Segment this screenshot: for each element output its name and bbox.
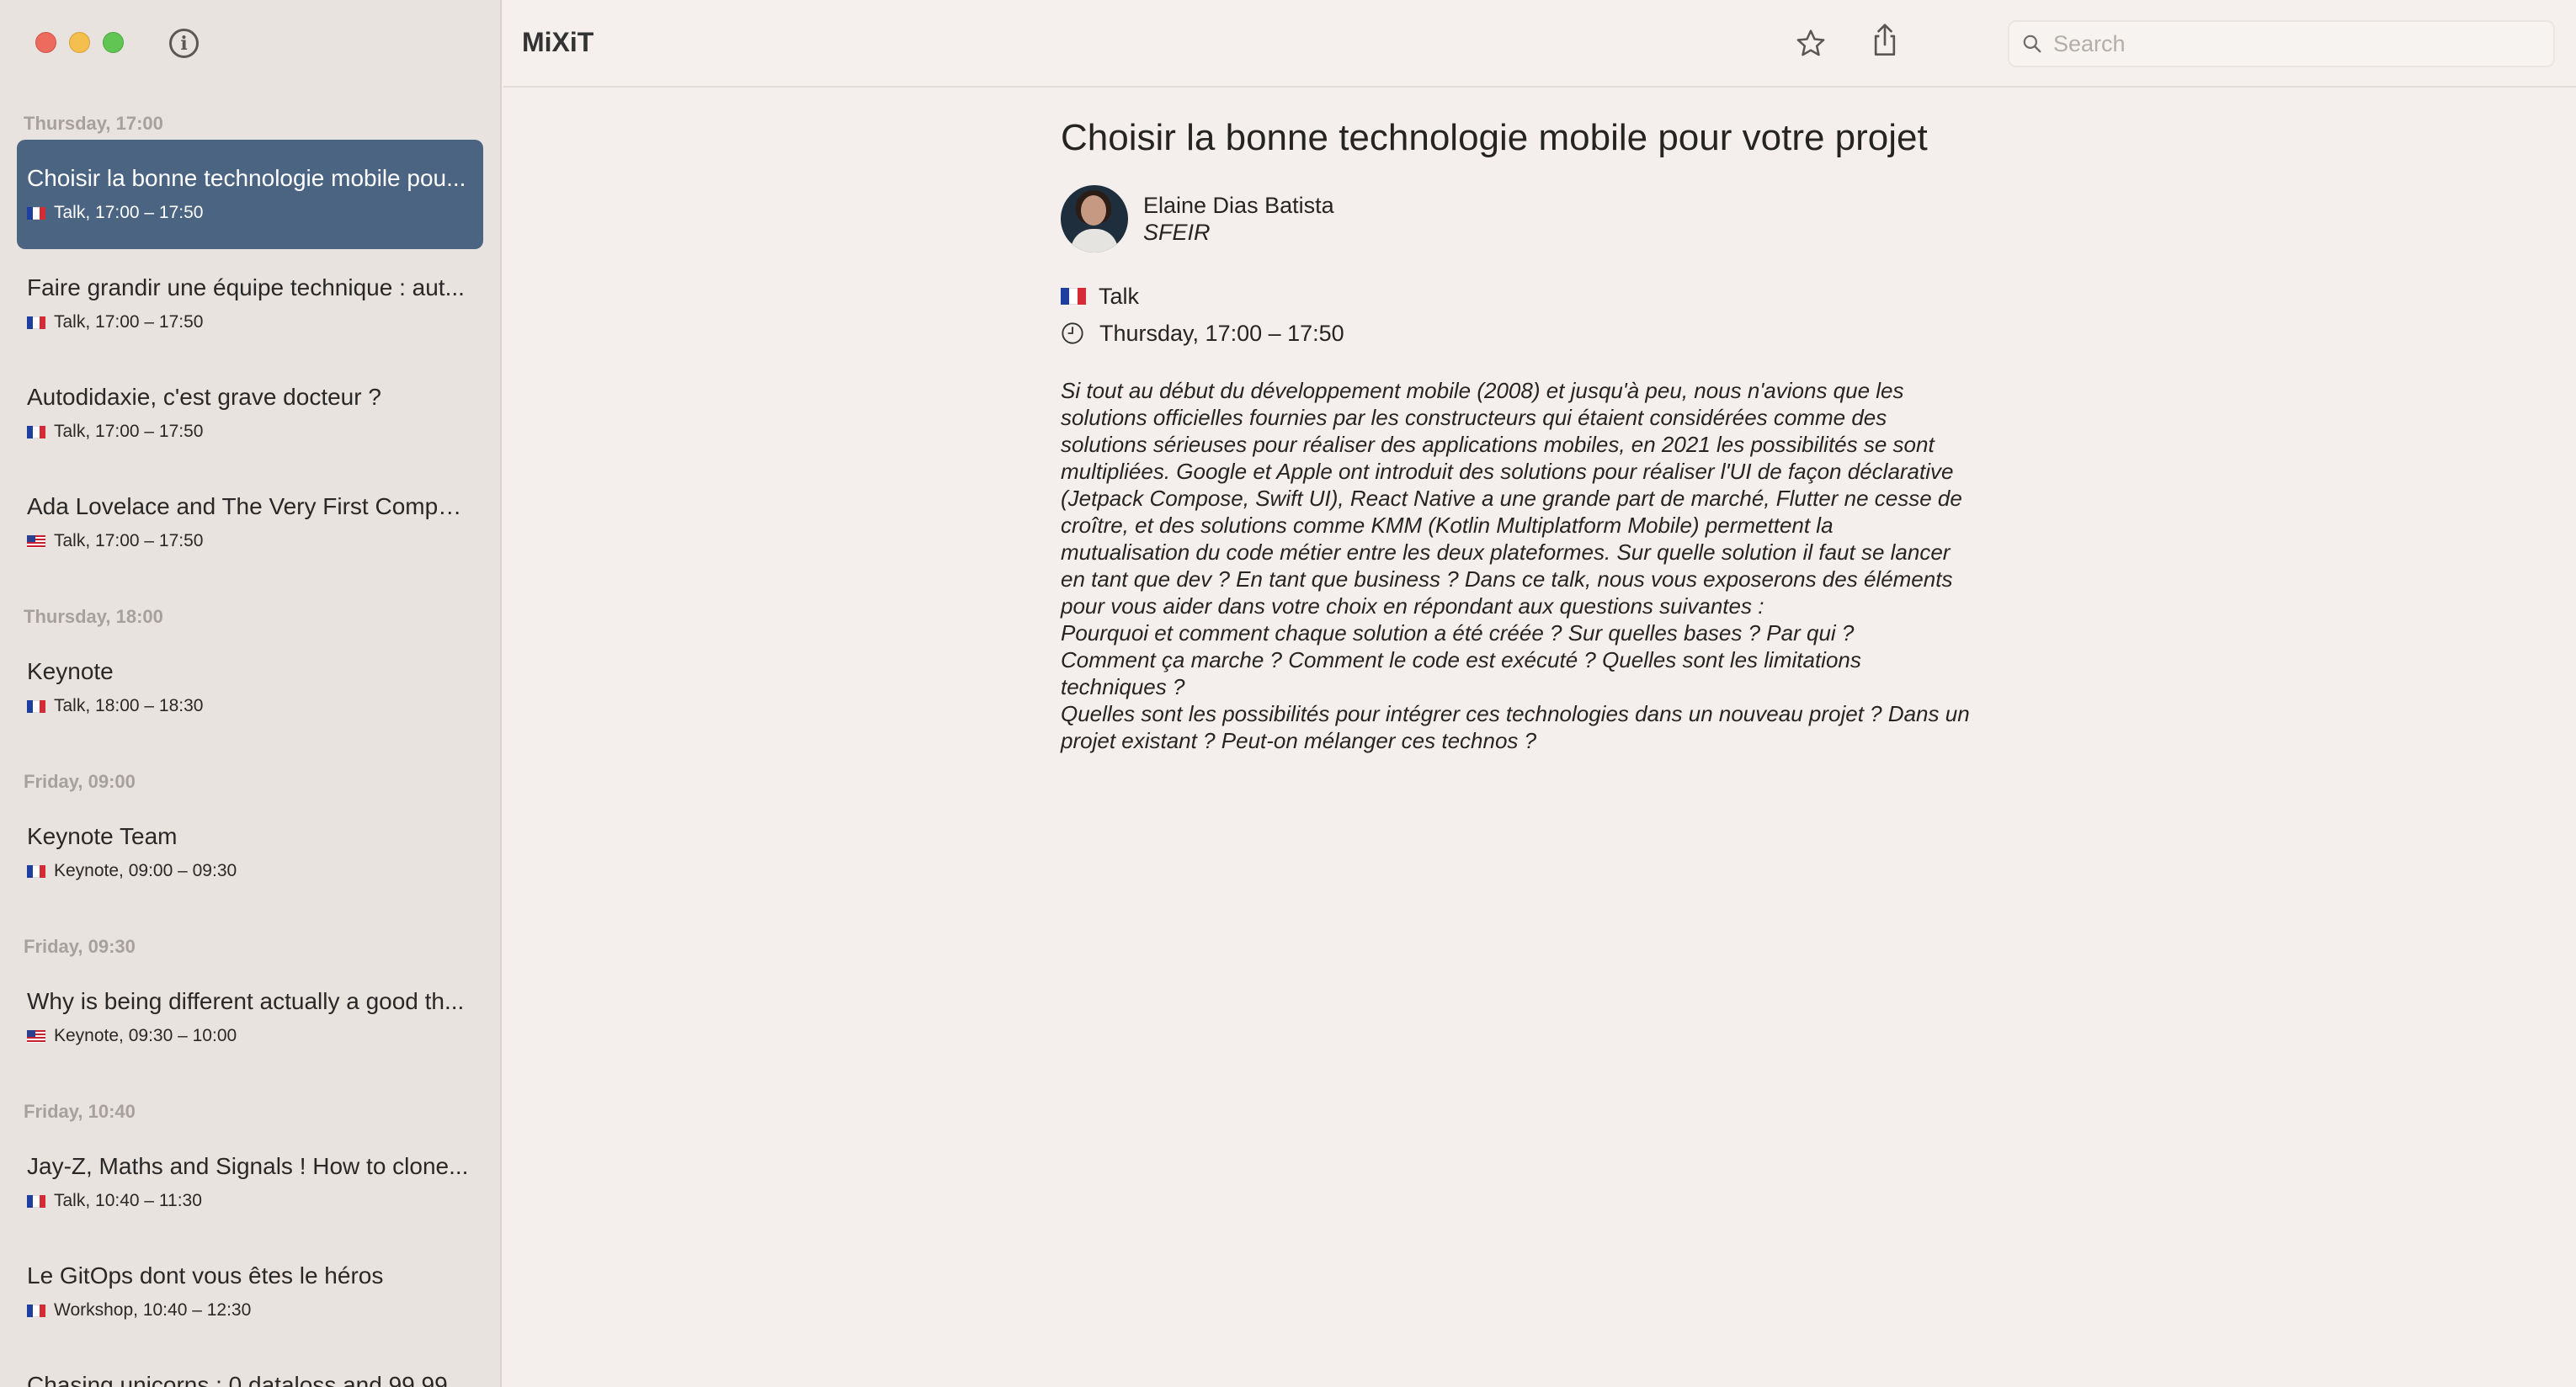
french-flag-icon [27, 699, 45, 713]
session-detail: Choisir la bonne technologie mobile pour… [1061, 88, 2054, 754]
group-header: Thursday, 18:00 [24, 606, 163, 627]
session-list-item[interactable]: Ada Lovelace and The Very First Comput..… [17, 468, 483, 577]
session-list-item[interactable]: Le GitOps dont vous êtes le héros Worksho… [17, 1237, 483, 1347]
session-item-meta: Workshop, 10:40 – 12:30 [27, 1298, 473, 1323]
session-item-time: Talk, 17:00 – 17:50 [54, 203, 204, 222]
speaker-company: SFEIR [1143, 220, 1211, 245]
session-list-item[interactable]: Choisir la bonne technologie mobile pou.… [17, 140, 483, 249]
french-flag-icon [27, 316, 45, 329]
toolbar: MiXiT [503, 0, 2576, 88]
session-list-item[interactable]: Autodidaxie, c'est grave docteur ? Talk, … [17, 359, 483, 468]
session-item-title: Le GitOps dont vous êtes le héros [27, 1262, 384, 1289]
group-header: Thursday, 17:00 [24, 113, 163, 134]
session-time: Thursday, 17:00 – 17:50 [1099, 320, 1344, 346]
session-item-time: Talk, 17:00 – 17:50 [54, 312, 204, 332]
session-item-time: Keynote, 09:00 – 09:30 [54, 861, 237, 880]
session-item-meta: Keynote, 09:00 – 09:30 [27, 858, 473, 884]
session-item-meta: Keynote, 09:30 – 10:00 [27, 1023, 473, 1049]
session-list-item[interactable]: Faire grandir une équipe technique : aut… [17, 249, 483, 359]
group-header: Friday, 10:40 [24, 1101, 136, 1122]
session-list-item[interactable]: Why is being different actually a good t… [17, 963, 483, 1072]
app-window: i Thursday, 17:00 Choisir la bonne techno… [0, 0, 2576, 1387]
close-window-button[interactable] [35, 32, 56, 53]
session-item-meta: Talk, 17:00 – 17:50 [27, 529, 473, 554]
share-icon[interactable] [1866, 22, 1903, 59]
session-format-row: Talk [1061, 278, 2054, 315]
clock-icon [1062, 322, 1083, 344]
french-flag-icon [27, 206, 45, 220]
session-list-item[interactable]: Jay-Z, Maths and Signals ! How to clone.… [17, 1128, 483, 1237]
session-item-title: Why is being different actually a good t… [27, 988, 465, 1014]
session-item-title: Keynote [27, 658, 114, 684]
session-title: Choisir la bonne technologie mobile pour… [1061, 117, 1928, 158]
speaker[interactable]: Elaine Dias Batista SFEIR [1061, 185, 2054, 252]
speaker-name: Elaine Dias Batista [1143, 193, 1334, 218]
zoom-window-button[interactable] [103, 32, 124, 53]
session-item-title: Jay-Z, Maths and Signals ! How to clone.… [27, 1153, 469, 1179]
session-list-item[interactable]: Chasing unicorns : 0 dataloss and 99.99.… [17, 1347, 483, 1387]
us-flag-icon [27, 1029, 45, 1043]
session-list-item[interactable]: Keynote Talk, 18:00 – 18:30 [17, 633, 483, 742]
minimize-window-button[interactable] [69, 32, 90, 53]
session-item-time: Talk, 17:00 – 17:50 [54, 531, 204, 550]
session-format: Talk [1099, 283, 1140, 309]
session-item-title: Faire grandir une équipe technique : aut… [27, 274, 465, 300]
french-flag-icon [27, 864, 45, 878]
session-item-meta: Talk, 17:00 – 17:50 [27, 419, 473, 444]
session-item-time: Talk, 10:40 – 11:30 [54, 1191, 202, 1210]
session-item-meta: Talk, 10:40 – 11:30 [27, 1188, 473, 1214]
french-flag-icon [1061, 288, 1086, 305]
us-flag-icon [27, 534, 45, 548]
star-icon[interactable] [1792, 25, 1829, 62]
french-flag-icon [27, 425, 45, 438]
speaker-avatar [1061, 185, 1128, 252]
group-header: Friday, 09:00 [24, 771, 136, 792]
session-item-time: Talk, 17:00 – 17:50 [54, 422, 204, 441]
session-description: Si tout au début du développement mobile… [1061, 378, 1970, 753]
session-item-meta: Talk, 18:00 – 18:30 [27, 694, 473, 719]
session-item-meta: Talk, 17:00 – 17:50 [27, 200, 473, 226]
session-item-time: Workshop, 10:40 – 12:30 [54, 1300, 252, 1320]
session-item-title: Ada Lovelace and The Very First Comput..… [27, 493, 473, 519]
search-input[interactable] [2053, 30, 2541, 57]
session-time-row: Thursday, 17:00 – 17:50 [1061, 315, 2054, 352]
search-icon [2023, 35, 2041, 53]
app-title: MiXiT [522, 27, 594, 57]
session-item-title: Keynote Team [27, 823, 178, 849]
session-item-meta: Talk, 17:00 – 17:50 [27, 310, 473, 335]
session-item-time: Talk, 18:00 – 18:30 [54, 696, 204, 715]
session-item-title: Choisir la bonne technologie mobile pou.… [27, 165, 466, 191]
session-item-time: Keynote, 09:30 – 10:00 [54, 1026, 237, 1045]
french-flag-icon [27, 1304, 45, 1317]
french-flag-icon [27, 1194, 45, 1208]
session-list: Thursday, 17:00 Choisir la bonne technolo… [0, 108, 500, 1387]
session-list-item[interactable]: Keynote Team Keynote, 09:00 – 09:30 [17, 798, 483, 907]
session-item-title: Chasing unicorns : 0 dataloss and 99.99.… [27, 1372, 468, 1387]
window-controls [35, 32, 124, 53]
search-field[interactable] [2008, 20, 2555, 67]
group-header: Friday, 09:30 [24, 936, 136, 957]
info-icon[interactable]: i [169, 29, 199, 58]
session-item-title: Autodidaxie, c'est grave docteur ? [27, 384, 381, 410]
sidebar: i Thursday, 17:00 Choisir la bonne techno… [0, 0, 502, 1387]
